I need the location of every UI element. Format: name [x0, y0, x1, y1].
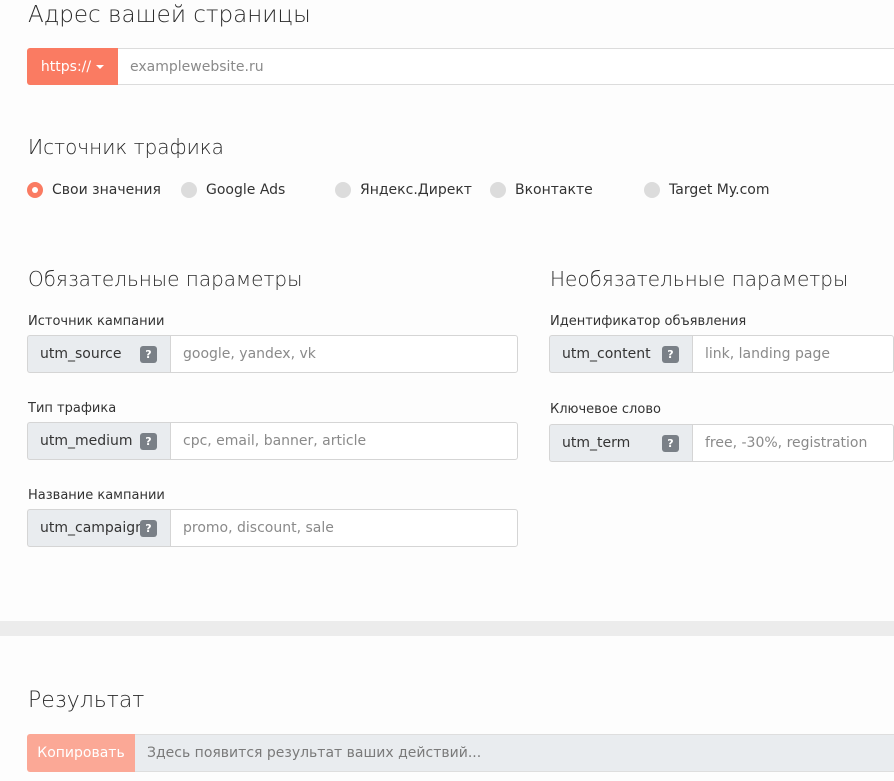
radio-custom-values[interactable]: Свои значения	[27, 181, 161, 199]
param-name: utm_medium	[40, 433, 133, 449]
radio-label: Вконтакте	[515, 182, 593, 198]
utm-source-group: utm_source ?	[27, 335, 518, 373]
help-icon[interactable]: ?	[662, 435, 679, 452]
radio-google-ads[interactable]: Google Ads	[181, 181, 285, 199]
utm-medium-addon: utm_medium ?	[27, 422, 170, 460]
help-icon[interactable]: ?	[662, 346, 679, 363]
traffic-source-title: Источник трафика	[28, 135, 224, 159]
utm-term-input[interactable]	[692, 424, 894, 462]
utm-campaign-addon: utm_campaign ?	[27, 509, 170, 547]
protocol-dropdown-button[interactable]: https://	[27, 48, 118, 85]
utm-source-input[interactable]	[170, 335, 518, 373]
address-title: Адрес вашей страницы	[28, 2, 311, 28]
caret-down-icon	[96, 64, 105, 69]
radio-label: Google Ads	[206, 182, 286, 198]
utm-medium-input[interactable]	[170, 422, 518, 460]
field-label: Тип трафика	[28, 401, 117, 416]
utm-term-group: utm_term ?	[549, 424, 894, 462]
field-label: Источник кампании	[28, 314, 165, 329]
help-icon[interactable]: ?	[140, 433, 157, 450]
utm-content-addon: utm_content ?	[549, 335, 692, 373]
radio-unchecked-icon	[490, 182, 506, 198]
param-name: utm_content	[562, 346, 651, 362]
result-output[interactable]	[135, 734, 894, 772]
param-name: utm_campaign	[40, 520, 145, 536]
utm-source-addon: utm_source ?	[27, 335, 170, 373]
radio-unchecked-icon	[181, 182, 197, 198]
help-icon[interactable]: ?	[140, 520, 157, 537]
field-label: Идентификатор объявления	[550, 314, 747, 329]
utm-content-group: utm_content ?	[549, 335, 894, 373]
radio-label: Target My.com	[669, 182, 770, 198]
utm-medium-group: utm_medium ?	[27, 422, 518, 460]
radio-target-mycom[interactable]: Target My.com	[644, 181, 769, 199]
param-name: utm_term	[562, 435, 631, 451]
radio-unchecked-icon	[335, 182, 351, 198]
optional-params-title: Необязательные параметры	[550, 267, 849, 291]
radio-label: Яндекс.Директ	[360, 182, 472, 198]
param-name: utm_source	[40, 346, 122, 362]
url-input[interactable]	[118, 48, 894, 85]
radio-checked-icon	[27, 182, 43, 198]
radio-label: Свои значения	[52, 182, 161, 198]
radio-vkontakte[interactable]: Вконтакте	[490, 181, 593, 199]
url-input-group: https://	[27, 48, 894, 85]
result-title: Результат	[28, 688, 145, 713]
utm-campaign-group: utm_campaign ?	[27, 509, 518, 547]
result-group: Копировать	[27, 734, 894, 772]
help-icon[interactable]: ?	[140, 346, 157, 363]
radio-yandex-direct[interactable]: Яндекс.Директ	[335, 181, 472, 199]
protocol-label: https://	[40, 58, 92, 75]
field-label: Ключевое слово	[550, 402, 661, 417]
section-divider	[0, 621, 894, 636]
utm-content-input[interactable]	[692, 335, 894, 373]
copy-button[interactable]: Копировать	[27, 734, 135, 772]
required-params-title: Обязательные параметры	[28, 267, 303, 291]
utm-term-addon: utm_term ?	[549, 424, 692, 462]
radio-unchecked-icon	[644, 182, 660, 198]
field-label: Название кампании	[28, 488, 165, 503]
utm-campaign-input[interactable]	[170, 509, 518, 547]
